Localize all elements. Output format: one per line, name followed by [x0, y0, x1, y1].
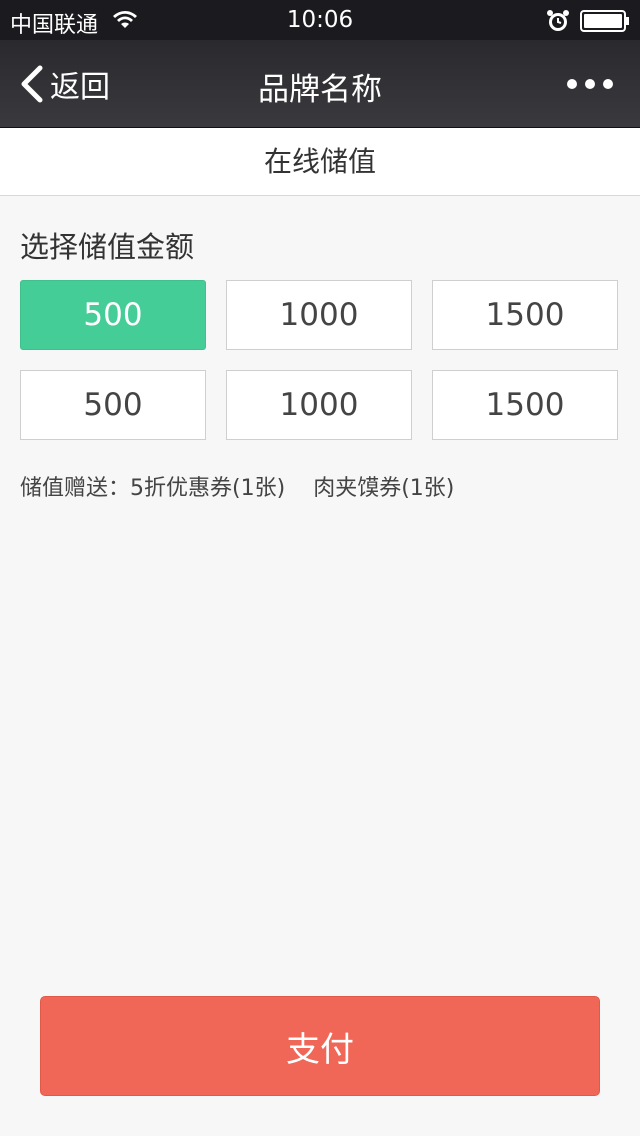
alarm-icon — [547, 10, 569, 31]
status-bar: 中国联通 10:06 — [0, 0, 640, 40]
amount-option[interactable]: 1000 — [226, 280, 412, 350]
pay-button[interactable]: 支付 — [40, 996, 600, 1096]
amount-section-label: 选择储值金额 — [20, 230, 195, 264]
bonus-prefix: 储值赠送： — [20, 476, 131, 501]
amount-option[interactable]: 1500 — [432, 370, 618, 440]
page-title: 品牌名称 — [258, 72, 382, 108]
bonus-item-coupon: 5折优惠券(1张) — [130, 476, 286, 501]
battery-icon — [580, 10, 629, 32]
clock: 10:06 — [286, 7, 354, 33]
amount-option[interactable]: 1000 — [226, 370, 412, 440]
bonus-info: 储值赠送：5折优惠券(1张) 肉夹馍券(1张) — [20, 470, 454, 502]
amount-option[interactable]: 500 — [20, 370, 206, 440]
amount-grid: 500 1000 1500 500 1000 1500 — [20, 280, 620, 440]
bonus-item-voucher: 肉夹馍券(1张) — [313, 476, 455, 501]
nav-bar: 返回 品牌名称 — [0, 40, 640, 128]
amount-option[interactable]: 1500 — [432, 280, 618, 350]
amount-option[interactable]: 500 — [20, 280, 206, 350]
section-header: 在线储值 — [0, 128, 640, 196]
more-dots-icon[interactable] — [566, 72, 614, 96]
